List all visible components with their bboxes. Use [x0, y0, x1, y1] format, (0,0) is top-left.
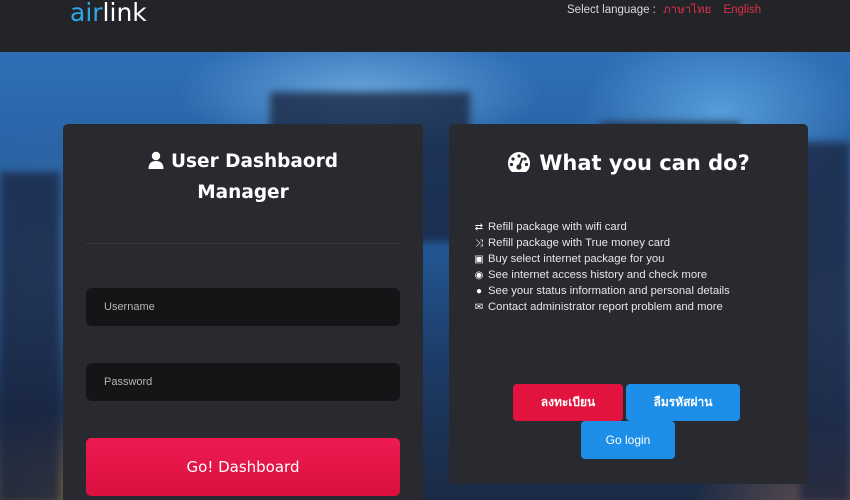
shuffle-icon: ⤨ — [475, 238, 483, 249]
go-login-button[interactable]: Go login — [581, 421, 675, 459]
password-input[interactable] — [86, 363, 400, 401]
list-item: ✉ Contact administrator report problem an… — [472, 299, 730, 315]
user-icon — [148, 151, 164, 169]
feature-text: Refill package with True money card — [488, 237, 671, 249]
dashboard-gauge-icon — [508, 152, 531, 172]
features-title: What you can do? — [449, 151, 808, 175]
language-selector: Select language : ภาษาไทย English — [567, 1, 761, 19]
list-item: ⇄ Refill package with wifi card — [472, 219, 730, 235]
language-thai-link[interactable]: ภาษาไทย — [663, 4, 711, 16]
forgot-password-button[interactable]: ลืมรหัสผ่าน — [626, 384, 740, 421]
features-list: ⇄ Refill package with wifi card ⤨ Refill p… — [472, 219, 730, 315]
airlink-logo[interactable]: airlink — [70, 0, 147, 27]
feature-text: See internet access history and check mo… — [488, 269, 708, 281]
feature-text: See your status information and personal… — [488, 285, 730, 297]
login-title-line2: Manager — [197, 182, 289, 203]
language-label: Select language : — [567, 4, 656, 16]
comment-icon: ● — [475, 286, 483, 297]
go-dashboard-button[interactable]: Go! Dashboard — [86, 438, 400, 496]
image-icon: ▣ — [474, 254, 484, 265]
logo-air: air — [70, 0, 103, 27]
list-item: ▣ Buy select internet package for you — [472, 251, 730, 267]
username-input[interactable] — [86, 288, 400, 326]
features-panel: What you can do? ⇄ Refill package with wi… — [449, 124, 808, 484]
feature-text: Contact administrator report problem and… — [488, 301, 723, 313]
logo-link: link — [102, 0, 147, 27]
retweet-icon: ⇄ — [474, 222, 484, 233]
envelope-icon: ✉ — [474, 302, 484, 313]
list-item: ◉ See internet access history and check m… — [472, 267, 730, 283]
feature-text: Buy select internet package for you — [488, 253, 665, 265]
list-item: ⤨ Refill package with True money card — [472, 235, 730, 251]
login-panel: User Dashbaord Manager Go! Dashboard — [63, 124, 423, 500]
features-title-text: What you can do? — [539, 151, 750, 175]
login-title-text: User Dashbaord — [171, 151, 338, 172]
top-bar: airlink Select language : ภาษาไทย Englis… — [0, 0, 850, 52]
feature-text: Refill package with wifi card — [488, 221, 627, 233]
divider — [86, 243, 400, 244]
list-item: ● See your status information and persona… — [472, 283, 730, 299]
login-title-line1: User Dashbaord — [63, 151, 423, 172]
language-english-link[interactable]: English — [723, 4, 761, 16]
eye-slash-icon: ◉ — [474, 270, 484, 281]
register-button[interactable]: ลงทะเบียน — [513, 384, 623, 421]
